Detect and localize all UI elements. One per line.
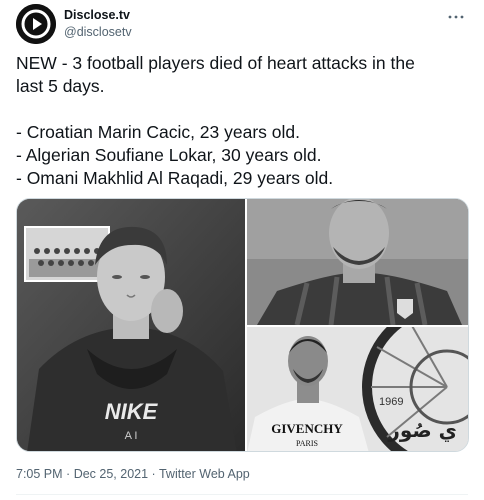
tweet-time[interactable]: 7:05 PM <box>16 467 63 481</box>
separator: · <box>151 467 156 481</box>
tweet-line: - Algerian Soufiane Lokar, 30 years old. <box>16 145 322 165</box>
tweet-header: Disclose.tv @disclosetv <box>16 4 468 44</box>
tweet-source[interactable]: Twitter Web App <box>159 467 250 481</box>
arabic-text: ي صُور <box>387 418 457 443</box>
media-grid: NIKE A I 1969 ي صُور GIVENCHY PARIS <box>16 198 469 452</box>
author-handle[interactable]: @disclosetv <box>64 24 132 41</box>
tweet-date[interactable]: Dec 25, 2021 <box>74 467 148 481</box>
author-display-name[interactable]: Disclose.tv <box>64 7 132 24</box>
shirt-subtext: A I <box>125 430 138 442</box>
year-text: 1969 <box>379 396 403 408</box>
shirt-brand-text: GIVENCHY <box>271 421 343 436</box>
more-options-button[interactable] <box>444 8 468 26</box>
more-dots-icon <box>448 15 464 19</box>
tweet-card: Disclose.tv @disclosetv NEW - 3 football… <box>0 0 484 500</box>
tweet-line: - Croatian Marin Cacic, 23 years old. <box>16 122 300 142</box>
tweet-line: NEW - 3 football players died of heart a… <box>16 53 415 73</box>
photo-player-3[interactable]: 1969 ي صُور GIVENCHY PARIS <box>247 327 468 451</box>
tweet-line: - Omani Makhlid Al Raqadi, 29 years old. <box>16 168 334 188</box>
divider <box>16 494 468 495</box>
tweet-line-blank <box>16 98 468 121</box>
tweet-metadata: 7:05 PM · Dec 25, 2021 · Twitter Web App <box>16 466 250 482</box>
photo-player-1[interactable]: NIKE A I <box>17 199 245 451</box>
shirt-brand-text: NIKE <box>105 399 159 424</box>
play-logo-icon <box>16 4 56 44</box>
shirt-subtext: PARIS <box>296 439 318 448</box>
photo-player-2[interactable] <box>247 199 468 325</box>
avatar[interactable] <box>16 4 56 44</box>
separator: · <box>66 467 71 481</box>
tweet-text: NEW - 3 football players died of heart a… <box>16 52 468 190</box>
author-block: Disclose.tv @disclosetv <box>64 7 132 41</box>
tweet-line: last 5 days. <box>16 76 105 96</box>
